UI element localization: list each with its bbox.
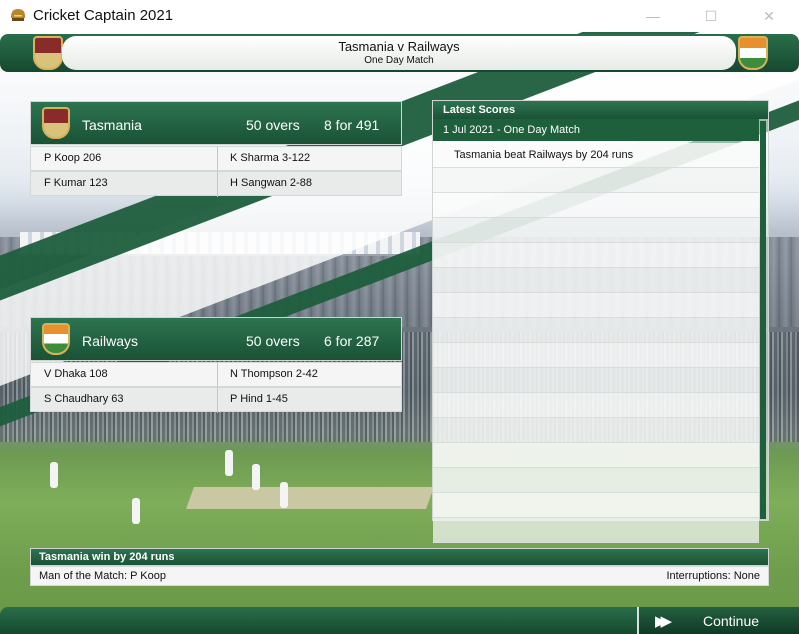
tasmania-crest-icon	[42, 107, 70, 139]
team-overs: 50 overs	[246, 117, 300, 133]
window-title: Cricket Captain 2021	[33, 7, 174, 24]
list-item-text: Tasmania beat Railways by 204 runs	[454, 149, 634, 161]
team-panel-railways: Railways 50 overs 6 for 287 V Dhaka 108 …	[30, 317, 402, 413]
list-item[interactable]	[433, 518, 759, 543]
top-bowler: N Thompson 2-42	[230, 368, 318, 380]
team-row: F Kumar 123 H Sangwan 2-88	[30, 171, 402, 197]
list-item[interactable]	[433, 293, 759, 318]
list-item[interactable]	[433, 468, 759, 493]
match-type: One Day Match	[364, 55, 434, 66]
list-item[interactable]	[433, 343, 759, 368]
latest-scores-scrollbar[interactable]	[760, 121, 766, 519]
match-title-box: Tasmania v Railways One Day Match	[62, 36, 736, 70]
fast-forward-icon: ▶▶	[655, 613, 672, 630]
team-overs: 50 overs	[246, 333, 300, 349]
close-button[interactable]: ✕	[746, 2, 792, 30]
list-item[interactable]	[433, 218, 759, 243]
railways-crest-icon	[738, 36, 768, 70]
list-item[interactable]	[433, 268, 759, 293]
continue-label: Continue	[703, 613, 760, 629]
list-item[interactable]	[433, 393, 759, 418]
team-score: 6 for 287	[324, 333, 380, 349]
list-item[interactable]	[433, 368, 759, 393]
result-details: Man of the Match: P Koop Interruptions: …	[30, 566, 769, 586]
list-item[interactable]	[433, 318, 759, 343]
team-row: P Koop 206 K Sharma 3-122	[30, 146, 402, 172]
continue-button[interactable]: ▶▶ Continue	[637, 607, 799, 634]
list-item[interactable]	[433, 493, 759, 518]
top-batter: S Chaudhary 63	[44, 393, 124, 405]
title-bar: Cricket Captain 2021 — ☐ ✕	[0, 0, 799, 32]
team-row: S Chaudhary 63 P Hind 1-45	[30, 387, 402, 413]
top-bowler: P Hind 1-45	[230, 393, 288, 405]
minimize-button[interactable]: —	[630, 2, 676, 30]
list-item[interactable]: Tasmania beat Railways by 204 runs	[433, 143, 759, 168]
top-batter: P Koop 206	[44, 152, 102, 164]
latest-scores-date: 1 Jul 2021 - One Day Match	[443, 124, 580, 136]
list-item[interactable]	[433, 243, 759, 268]
team-name: Tasmania	[82, 117, 142, 133]
team-header: Railways 50 overs 6 for 287	[30, 317, 402, 361]
list-item[interactable]	[433, 443, 759, 468]
team-score: 8 for 491	[324, 117, 380, 133]
team-name: Railways	[82, 333, 139, 349]
list-item[interactable]	[433, 193, 759, 218]
top-batter: V Dhaka 108	[44, 368, 108, 380]
maximize-button[interactable]: ☐	[688, 2, 734, 30]
latest-scores-header: Latest Scores	[433, 101, 768, 119]
interruptions: Interruptions: None	[666, 570, 760, 582]
list-item[interactable]	[433, 168, 759, 193]
team-row: V Dhaka 108 N Thompson 2-42	[30, 362, 402, 388]
latest-scores-list: Tasmania beat Railways by 204 runs	[433, 143, 759, 543]
top-bowler: H Sangwan 2-88	[230, 177, 312, 189]
latest-scores-title: Latest Scores	[443, 104, 516, 116]
match-result-panel: Tasmania win by 204 runs Man of the Matc…	[30, 548, 769, 586]
result-headline: Tasmania win by 204 runs	[39, 551, 175, 563]
latest-scores-panel: Latest Scores 1 Jul 2021 - One Day Match…	[432, 100, 769, 543]
team-panel-tasmania: Tasmania 50 overs 8 for 491 P Koop 206 K…	[30, 101, 402, 197]
top-bowler: K Sharma 3-122	[230, 152, 311, 164]
tasmania-crest-icon	[33, 36, 63, 70]
team-header: Tasmania 50 overs 8 for 491	[30, 101, 402, 145]
match-title: Tasmania v Railways	[338, 39, 460, 54]
cricket-helmet-icon	[11, 9, 25, 21]
railways-crest-icon	[42, 323, 70, 355]
list-item[interactable]	[433, 418, 759, 443]
result-header: Tasmania win by 204 runs	[30, 548, 769, 566]
top-batter: F Kumar 123	[44, 177, 108, 189]
latest-scores-date-header: 1 Jul 2021 - One Day Match	[433, 119, 759, 141]
man-of-the-match: Man of the Match: P Koop	[39, 570, 166, 582]
